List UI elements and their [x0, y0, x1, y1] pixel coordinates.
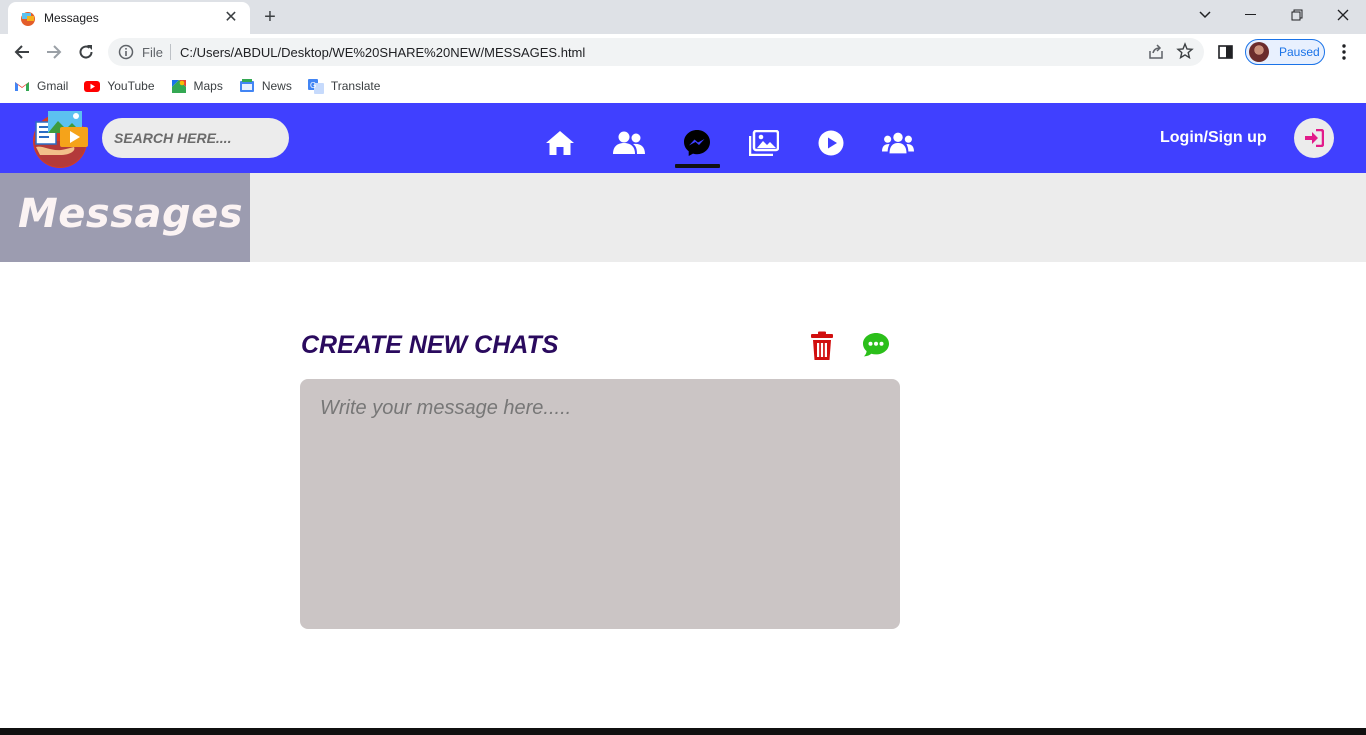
browser-tab-messages[interactable]: Messages ✕: [8, 2, 250, 34]
close-window-icon[interactable]: [1320, 0, 1366, 30]
reload-icon[interactable]: [72, 38, 100, 66]
bookmark-star-icon[interactable]: [1176, 42, 1194, 60]
gmail-icon: [14, 78, 30, 94]
back-icon[interactable]: [8, 38, 36, 66]
tab-search-icon[interactable]: [1182, 0, 1228, 30]
sign-in-icon: [1305, 129, 1324, 147]
tab-title: Messages: [44, 11, 99, 25]
active-nav-indicator: [675, 164, 720, 168]
nav-messenger-icon[interactable]: [681, 129, 713, 157]
taskbar-strip: [0, 728, 1366, 735]
nav-groups-icon[interactable]: [882, 129, 914, 157]
bookmark-news[interactable]: News: [239, 78, 292, 94]
trash-icon: [811, 331, 833, 360]
nav-photos-icon[interactable]: [748, 129, 780, 157]
page-banner: Messages: [0, 173, 1366, 262]
restore-icon[interactable]: [1274, 0, 1320, 30]
url-text[interactable]: C:/Users/ABDUL/Desktop/WE%20SHARE%20NEW/…: [180, 45, 585, 60]
bookmark-label: News: [261, 79, 292, 93]
bookmark-youtube[interactable]: YouTube: [84, 78, 155, 94]
nav-friends-icon[interactable]: [613, 129, 645, 157]
forward-icon[interactable]: [40, 38, 68, 66]
maps-icon: [171, 78, 187, 94]
side-panel-icon[interactable]: [1216, 42, 1236, 62]
tab-close-icon[interactable]: ✕: [222, 10, 240, 26]
site-header: Login/Sign up: [0, 103, 1366, 173]
new-tab-button[interactable]: +: [258, 6, 282, 28]
svg-text:G: G: [310, 81, 316, 90]
browser-menu-icon[interactable]: [1334, 42, 1354, 62]
login-button[interactable]: [1294, 118, 1334, 158]
chat-bubble-icon: [863, 333, 889, 357]
bookmark-label: Gmail: [37, 79, 69, 93]
translate-icon: G: [307, 78, 324, 94]
site-favicon-icon: [20, 10, 36, 26]
site-info-icon[interactable]: [118, 44, 134, 60]
bookmark-translate[interactable]: G Translate: [307, 78, 381, 94]
site-logo-icon[interactable]: [30, 107, 92, 169]
youtube-icon: [84, 78, 101, 94]
bookmark-maps[interactable]: Maps: [171, 78, 223, 94]
login-signup-label[interactable]: Login/Sign up: [1160, 129, 1290, 147]
avatar: [1249, 42, 1269, 62]
message-textarea[interactable]: [300, 379, 900, 629]
bookmarks-bar: Gmail YouTube Maps News G Translate: [0, 70, 1366, 102]
create-chats-heading: CREATE NEW CHATS: [301, 331, 559, 359]
search-input[interactable]: [102, 118, 289, 158]
browser-tabstrip: Messages ✕ +: [0, 0, 1366, 34]
page-title: Messages: [18, 191, 244, 237]
minimize-icon[interactable]: [1228, 0, 1274, 30]
news-icon: [239, 78, 255, 94]
address-bar[interactable]: File C:/Users/ABDUL/Desktop/WE%20SHARE%2…: [108, 38, 1204, 66]
bookmark-label: Translate: [330, 79, 381, 93]
bookmark-label: YouTube: [107, 79, 155, 93]
nav-video-play-icon[interactable]: [815, 129, 847, 157]
new-chat-button[interactable]: [862, 331, 890, 359]
bookmark-label: Maps: [193, 79, 223, 93]
bookmark-gmail[interactable]: Gmail: [14, 78, 68, 94]
profile-button[interactable]: Paused: [1245, 39, 1325, 65]
delete-chat-button[interactable]: [808, 331, 836, 361]
page-title-block: Messages: [0, 173, 250, 262]
share-icon[interactable]: [1148, 44, 1164, 60]
profile-status-label: Paused: [1279, 45, 1320, 59]
omnibox-divider: [170, 44, 171, 60]
browser-toolbar: File C:/Users/ABDUL/Desktop/WE%20SHARE%2…: [0, 34, 1366, 70]
nav-home-icon[interactable]: [544, 129, 576, 157]
url-scheme-label: File: [142, 45, 163, 60]
